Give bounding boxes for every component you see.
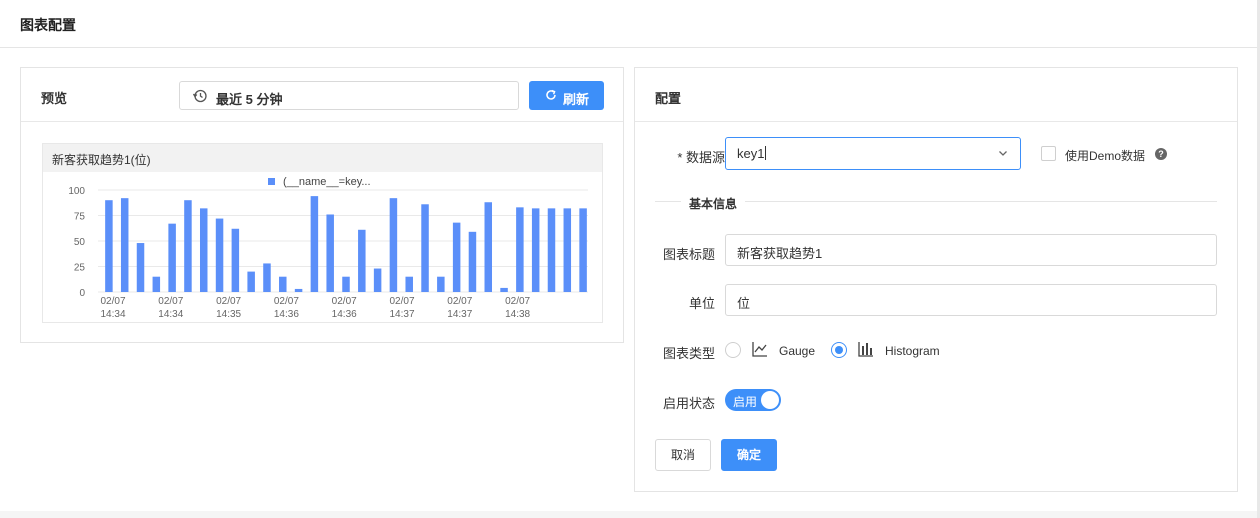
chart-bar — [531, 208, 540, 292]
chart-bar — [437, 276, 445, 292]
chart-bar — [231, 228, 240, 292]
chart-bar — [358, 229, 366, 292]
section-title: 基本信息 — [681, 195, 746, 212]
demo-data-label: 使用Demo数据 — [1065, 149, 1146, 163]
x-tick-date: 02/07 — [447, 296, 472, 307]
x-tick-date: 02/07 — [216, 296, 241, 307]
chart-bar — [405, 276, 413, 292]
chart-bar — [247, 271, 255, 292]
x-tick-time: 14:38 — [505, 309, 530, 320]
x-tick-time: 14:37 — [447, 309, 472, 320]
chart-bar — [263, 263, 271, 292]
x-tick-time: 14:34 — [158, 309, 183, 320]
y-tick-label: 25 — [74, 263, 86, 274]
y-tick-label: 100 — [68, 186, 85, 197]
chart-bar — [452, 222, 461, 292]
status-label: 启用状态 — [662, 396, 715, 411]
chart-bar — [468, 231, 477, 292]
chart-bar — [516, 207, 524, 292]
x-tick-date: 02/07 — [274, 296, 299, 307]
chart-bar — [484, 202, 493, 292]
bar-chart: (__name__=key... 0 25 50 75 100 02/07 14:34 02/0… — [68, 176, 588, 320]
time-range-value: 最近 5 分钟 — [216, 92, 283, 107]
refresh-label: 刷新 — [563, 92, 590, 107]
chart-type-gauge-label: Gauge — [779, 344, 816, 358]
chart-bar — [547, 208, 556, 292]
chart-bar — [342, 276, 350, 292]
chart-type-histogram-label: Histogram — [885, 344, 940, 358]
chart-bar — [326, 214, 334, 292]
x-tick-date: 02/07 — [100, 296, 125, 307]
bar-chart-icon — [858, 342, 873, 357]
top-bar: 图表配置 — [0, 0, 1260, 48]
y-tick-label: 0 — [79, 288, 85, 299]
chart-bar — [421, 204, 429, 292]
chart-bar — [152, 276, 161, 292]
chart-type-histogram-radio[interactable] — [831, 342, 847, 358]
chart-bar — [373, 268, 382, 292]
x-tick-date: 02/07 — [158, 296, 183, 307]
chart-bar — [120, 198, 129, 292]
line-chart-icon — [752, 342, 767, 357]
datasource-select[interactable]: key1 — [725, 137, 1021, 170]
chart-bar — [294, 288, 303, 292]
chart-bar — [168, 223, 176, 292]
switch-knob — [761, 391, 779, 409]
chevron-down-icon — [999, 151, 1007, 156]
status-switch[interactable]: 启用 — [725, 389, 781, 411]
unit-input[interactable]: 位 — [725, 284, 1217, 316]
history-clock-icon — [192, 89, 207, 103]
chart-bar — [310, 196, 319, 292]
preview-card: 预览 最近 5 分钟 刷新 新客获取趋势1(位) (__name__=key..… — [20, 67, 624, 343]
config-label: 配置 — [655, 91, 682, 106]
chart-bar — [563, 208, 572, 292]
preview-label: 预览 — [41, 91, 68, 106]
config-card: 配置 * 数据源 key1 使用Demo数据 ? 基本信息 图表标题 新客获取趋… — [634, 67, 1238, 492]
preview-header: 预览 最近 5 分钟 刷新 — [21, 68, 623, 122]
chart-panel: 新客获取趋势1(位) (__name__=key... 0 25 50 75 100 02/… — [42, 143, 603, 323]
chart-type-gauge-radio[interactable] — [725, 342, 741, 358]
status-switch-text: 启用 — [733, 395, 758, 409]
x-tick-time: 14:35 — [216, 309, 241, 320]
x-tick-date: 02/07 — [389, 296, 414, 307]
ok-button[interactable]: 确定 — [721, 439, 777, 471]
demo-data-checkbox[interactable] — [1041, 146, 1056, 161]
refresh-button[interactable]: 刷新 — [529, 81, 604, 110]
chart-title-value: 新客获取趋势1 — [737, 246, 823, 261]
cancel-button[interactable]: 取消 — [655, 439, 711, 471]
time-range-select[interactable]: 最近 5 分钟 — [179, 81, 519, 110]
chart-bar — [389, 198, 398, 292]
x-tick-time: 14:34 — [100, 309, 125, 320]
chart-bar — [199, 208, 208, 292]
legend-swatch — [268, 178, 275, 185]
x-tick-time: 14:36 — [332, 309, 357, 320]
config-header: 配置 — [635, 68, 1237, 122]
x-tick-time: 14:36 — [274, 309, 299, 320]
chart-bar — [105, 200, 113, 292]
chart-bar — [215, 218, 224, 292]
help-icon[interactable]: ? — [1155, 148, 1167, 160]
y-tick-label: 50 — [74, 237, 86, 248]
chart-title-label: 图表标题 — [662, 247, 715, 262]
refresh-icon — [546, 89, 556, 100]
y-tick-label: 75 — [74, 212, 86, 223]
page-title: 图表配置 — [20, 17, 76, 33]
legend-label: (__name__=key... — [283, 176, 371, 188]
x-tick-date: 02/07 — [332, 296, 357, 307]
chart-title-input[interactable]: 新客获取趋势1 — [725, 234, 1217, 266]
chart-type-label: 图表类型 — [662, 346, 715, 361]
chart-bar — [500, 287, 508, 292]
datasource-value: key1 — [737, 146, 767, 161]
chart-title-bar: 新客获取趋势1(位) — [43, 144, 602, 172]
chart-bar — [579, 208, 587, 292]
chart-bar — [279, 276, 287, 292]
chart-title: 新客获取趋势1(位) — [52, 153, 151, 167]
unit-label: 单位 — [688, 296, 715, 311]
chart-bar — [184, 200, 192, 292]
x-tick-date: 02/07 — [505, 296, 530, 307]
x-tick-time: 14:37 — [389, 309, 414, 320]
unit-value: 位 — [737, 296, 751, 311]
chart-bar — [136, 243, 145, 292]
datasource-label: * 数据源 — [677, 150, 725, 165]
